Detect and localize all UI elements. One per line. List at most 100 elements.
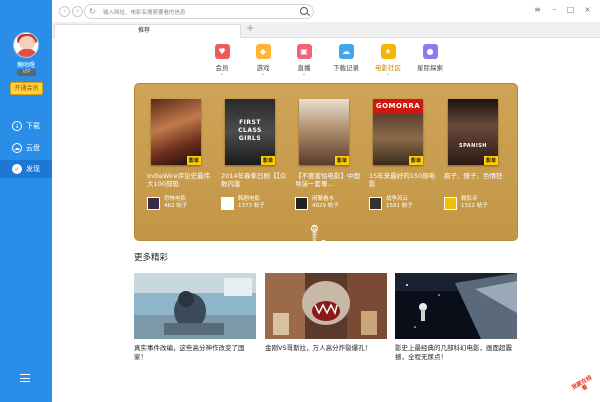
chevron-down-icon: ⌄ <box>301 71 307 77</box>
url-bar[interactable]: ↻ 输入网址、电影名搜索要看的信息 <box>84 4 314 19</box>
minimize-button[interactable]: – <box>549 4 560 15</box>
source-name: 微影评 <box>461 196 478 202</box>
tab-recommend[interactable]: 推荐 <box>54 24 241 38</box>
card-title[interactable]: 15年来最好的150部电影 <box>369 172 436 189</box>
featured-card[interactable]: SPANISH 影单 疯子、傻子、色情狂 微影评 1312 帖子 <box>444 99 511 211</box>
chevron-down-icon: ⌄ <box>260 71 266 77</box>
corner-stamp: 我要在线看 <box>570 374 594 393</box>
cloud-icon: ☁ <box>12 143 22 153</box>
app-window: 懒咕噜 VIP 开通会员 ↓ 下载 ☁ 云盘 ✓ 发现 ‹ › ↻ 输入网址、电… <box>0 0 600 402</box>
source-avatar <box>369 196 382 210</box>
featured-card[interactable]: 影单 IndieWire评论史最伟大100部恐 恐怖电影 462 帖子 <box>147 99 214 211</box>
open-vip-button[interactable]: 开通会员 <box>10 82 43 95</box>
post-count: 4029 帖子 <box>312 203 339 209</box>
video-caption[interactable]: 金刚VS哥斯拉，万人高分炸裂爆孔！ <box>265 344 387 353</box>
category-download-records[interactable]: ☁ 下载记录 <box>328 44 364 72</box>
discover-icon: ✓ <box>12 164 22 174</box>
new-tab-button[interactable]: + <box>246 23 254 34</box>
card-source[interactable]: 闲聊看水 4029 帖子 <box>295 195 362 211</box>
section-title: 更多精彩 <box>134 253 169 263</box>
close-button[interactable]: × <box>582 4 593 15</box>
card-title[interactable]: 2014年春季日剧【【众数内鉴 <box>221 172 288 189</box>
sidebar-item-discover[interactable]: ✓ 发现 <box>0 160 52 178</box>
toolbar: ‹ › ↻ 输入网址、电影名搜索要看的信息 ≡ – □ × <box>52 0 600 22</box>
card-title[interactable]: 【不要害怕电影】中国导演一套尊... <box>295 172 362 189</box>
category-film-community[interactable]: ★ 电影社区 ⌄ <box>370 44 406 77</box>
tv-icon: ▣ <box>296 44 312 59</box>
category-live[interactable]: ▣ 直播 ⌄ <box>286 44 322 77</box>
featured-panel: 影单 IndieWire评论史最伟大100部恐 恐怖电影 462 帖子 FIRS… <box>134 83 518 247</box>
video-thumbnail[interactable] <box>134 273 256 339</box>
cloud-download-icon: ☁ <box>338 44 354 59</box>
source-name: 战争风云 <box>386 196 409 202</box>
source-name: 恐怖电影 <box>164 196 187 202</box>
tab-bar: 推荐 + <box>52 22 600 38</box>
source-avatar <box>147 196 160 210</box>
poster-image[interactable]: GOMORRA 影单 <box>373 99 423 165</box>
post-count: 1312 帖子 <box>461 203 488 209</box>
username[interactable]: 懒咕噜 <box>0 60 52 69</box>
view-more-link[interactable]: 查看更多 › <box>309 225 327 247</box>
sidebar-menu-icon[interactable] <box>20 374 30 385</box>
vip-badge: VIP <box>17 69 36 76</box>
card-title[interactable]: IndieWire评论史最伟大100部恐 <box>147 172 214 189</box>
poster-image[interactable]: 影单 <box>151 99 201 165</box>
sidebar: 懒咕噜 VIP 开通会员 ↓ 下载 ☁ 云盘 ✓ 发现 <box>0 0 52 402</box>
post-count: 1373 帖子 <box>238 203 265 209</box>
source-name: 闲聊看水 <box>312 196 335 202</box>
category-vip[interactable]: ♥ 会员 ⌄ <box>204 44 240 77</box>
chevron-down-icon: ⌄ <box>219 71 225 77</box>
video-card[interactable]: 真实事件改编，这些高分神作改变了国家！ <box>134 273 256 362</box>
video-card[interactable]: 金刚VS哥斯拉，万人高分炸裂爆孔！ <box>265 273 387 353</box>
download-icon: ↓ <box>12 121 22 131</box>
sidebar-item-label: 下载 <box>26 122 40 130</box>
card-source[interactable]: 韩剧电影 1373 帖子 <box>221 195 288 211</box>
video-thumbnail[interactable] <box>395 273 517 339</box>
featured-card[interactable]: 影单 【不要害怕电影】中国导演一套尊... 闲聊看水 4029 帖子 <box>295 99 362 211</box>
poster-image[interactable]: 影单 <box>299 99 349 165</box>
playlist-badge: 影单 <box>483 156 498 165</box>
video-card[interactable]: 影史上最经典的几部科幻电影，画面超震撼，全程无尿点！ <box>395 273 517 362</box>
sidebar-item-cloud[interactable]: ☁ 云盘 <box>0 139 52 157</box>
back-button[interactable]: ‹ <box>59 6 70 17</box>
category-label: 下载记录 <box>333 64 359 72</box>
card-source[interactable]: 战争风云 1581 帖子 <box>369 195 436 211</box>
avatar[interactable] <box>13 32 39 58</box>
refresh-icon[interactable]: ↻ <box>89 7 96 16</box>
category-space-explore[interactable]: ● 星际探索 <box>412 44 448 72</box>
sidebar-item-download[interactable]: ↓ 下载 <box>0 117 52 135</box>
video-thumbnail[interactable] <box>265 273 387 339</box>
sidebar-item-label: 云盘 <box>26 144 40 152</box>
source-avatar <box>444 196 457 210</box>
featured-card[interactable]: FIRST CLASS GIRLS 影单 2014年春季日剧【【众数内鉴 韩剧电… <box>221 99 288 211</box>
chevron-down-icon: ⌄ <box>385 71 391 77</box>
source-name: 韩剧电影 <box>238 196 261 202</box>
card-title[interactable]: 疯子、傻子、色情狂 <box>444 172 511 189</box>
sidebar-item-label: 发现 <box>26 165 40 173</box>
card-source[interactable]: 微影评 1312 帖子 <box>444 195 511 211</box>
forward-button[interactable]: › <box>72 6 83 17</box>
video-caption[interactable]: 真实事件改编，这些高分神作改变了国家！ <box>134 344 256 362</box>
post-count: 462 帖子 <box>164 203 188 209</box>
category-label: 星际探索 <box>417 64 443 72</box>
source-avatar <box>295 196 308 210</box>
menu-icon[interactable]: ≡ <box>532 4 543 15</box>
poster-image[interactable]: FIRST CLASS GIRLS 影单 <box>225 99 275 165</box>
category-games[interactable]: ◆ 游戏 ⌄ <box>245 44 281 77</box>
poster-image[interactable]: SPANISH 影单 <box>448 99 498 165</box>
search-icon[interactable] <box>300 7 308 15</box>
playlist-badge: 影单 <box>334 156 349 165</box>
video-caption[interactable]: 影史上最经典的几部科幻电影，画面超震撼，全程无尿点！ <box>395 344 517 362</box>
source-avatar <box>221 196 234 210</box>
maximize-button[interactable]: □ <box>565 4 576 15</box>
playlist-badge: 影单 <box>408 156 423 165</box>
url-placeholder: 输入网址、电影名搜索要看的信息 <box>103 10 186 16</box>
playlist-badge: 影单 <box>186 156 201 165</box>
card-source[interactable]: 恐怖电影 462 帖子 <box>147 195 214 211</box>
playlist-badge: 影单 <box>260 156 275 165</box>
gamepad-icon: ◆ <box>255 44 271 59</box>
film-community-icon: ★ <box>380 44 396 59</box>
chevron-right-icon: › <box>320 240 327 247</box>
planet-icon: ● <box>422 44 438 59</box>
featured-card[interactable]: GOMORRA 影单 15年来最好的150部电影 战争风云 1581 帖子 <box>369 99 436 211</box>
